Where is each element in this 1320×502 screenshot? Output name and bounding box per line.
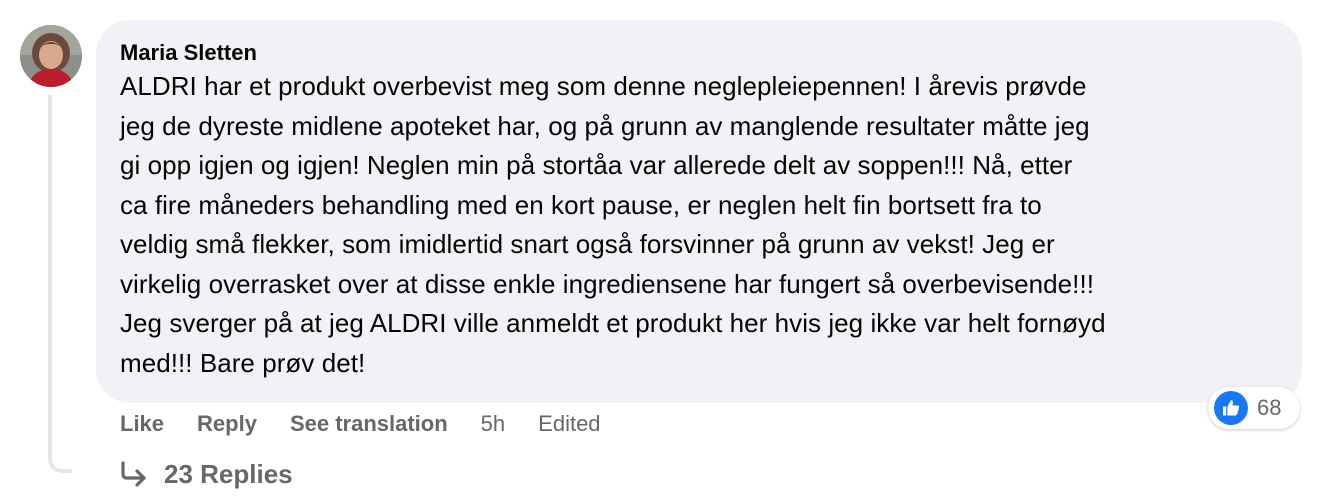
reaction-summary[interactable]: 68 <box>1208 387 1300 429</box>
profile-photo <box>20 25 82 87</box>
comment-bubble: Maria Sletten ALDRI har et produkt overb… <box>96 20 1302 403</box>
edited-label[interactable]: Edited <box>538 411 600 437</box>
reply-arrow-icon <box>118 459 152 489</box>
like-button[interactable]: Like <box>120 411 164 437</box>
reaction-count: 68 <box>1257 395 1282 420</box>
thumbs-up-icon <box>1214 391 1248 425</box>
comment-timestamp[interactable]: 5h <box>481 411 505 437</box>
view-replies-button[interactable]: 23 Replies <box>118 456 293 492</box>
reply-button[interactable]: Reply <box>197 411 257 437</box>
comment-text: ALDRI har et produkt overbevist meg som … <box>120 71 1106 378</box>
comment-author[interactable]: Maria Sletten <box>120 40 257 66</box>
comment-actions: Like Reply See translation 5h Edited <box>120 408 634 440</box>
see-translation-button[interactable]: See translation <box>290 411 448 437</box>
replies-count-label: 23 Replies <box>164 458 293 489</box>
avatar[interactable] <box>20 25 82 87</box>
thread-connector-line <box>48 95 72 473</box>
